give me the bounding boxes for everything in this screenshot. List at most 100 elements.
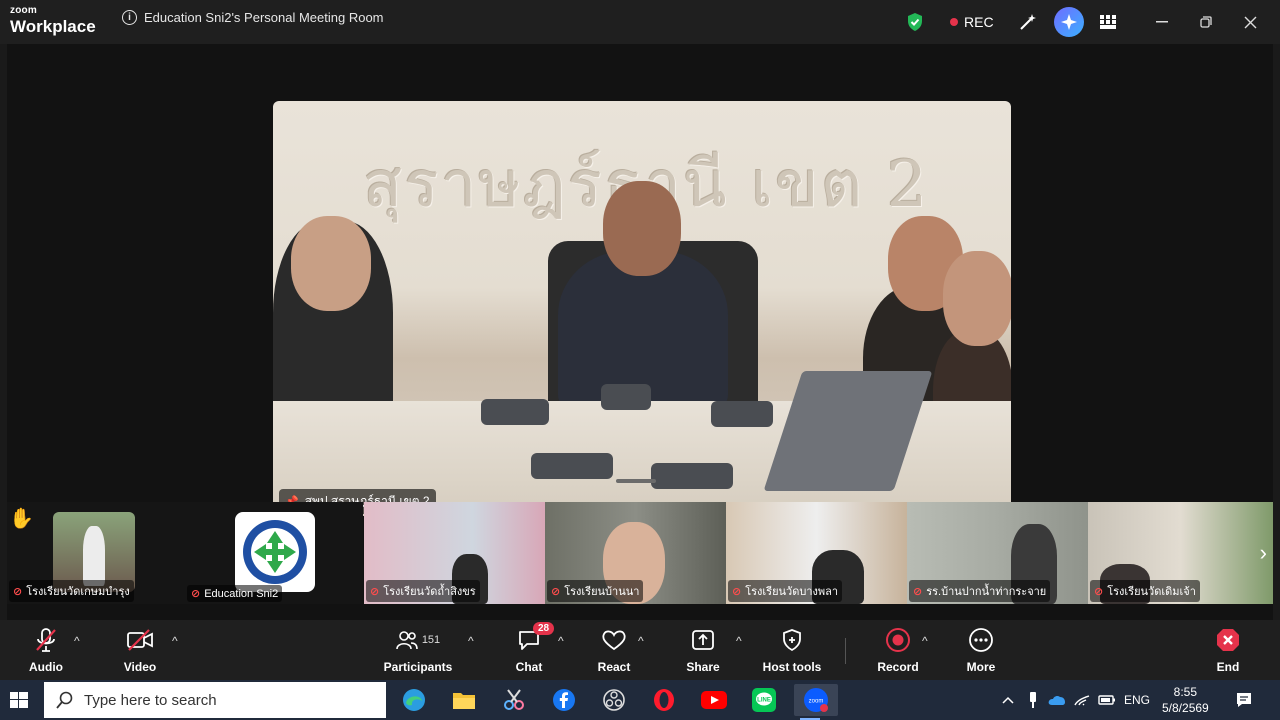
end-meeting-button[interactable]: End (1188, 626, 1268, 674)
record-options-chevron-icon[interactable]: ^ (922, 634, 928, 648)
usb-device-icon[interactable] (1028, 680, 1038, 720)
participants-button[interactable]: 151 Participants (378, 626, 458, 674)
resize-handle[interactable] (616, 479, 656, 483)
gallery-tile[interactable]: ⊘ Education Sni2 (185, 502, 363, 604)
gallery-strip: ✋ ⊘ โรงเรียนวัดเกษมบำรุง ⊘ Education Sni2 … (7, 502, 1273, 604)
minimize-icon[interactable] (1156, 0, 1168, 44)
participant-name: โรงเรียนวัดเกษมบำรุง (26, 586, 130, 598)
participant-name: รร.บ้านปากน้ำท่ากระจาย (926, 586, 1047, 598)
meeting-title: Education Sni2's Personal Meeting Room (144, 10, 384, 25)
notifications-icon[interactable] (1236, 680, 1252, 720)
encryption-shield-icon[interactable] (906, 0, 924, 44)
line-messenger-icon[interactable]: LINE (748, 684, 780, 716)
windows-taskbar: Type here to search LINE zoom ENG 8:55 5… (0, 680, 1280, 720)
participants-options-chevron-icon[interactable]: ^ (468, 634, 474, 648)
muted-mic-icon: ⊘ (191, 588, 201, 600)
audio-options-chevron-icon[interactable]: ^ (74, 634, 80, 648)
search-icon (56, 691, 73, 709)
taskbar-clock[interactable]: 8:55 5/8/2569 (1162, 684, 1209, 716)
close-icon[interactable] (1244, 0, 1257, 44)
toolbar-divider (845, 638, 846, 664)
opera-browser-icon[interactable] (648, 684, 680, 716)
facebook-icon[interactable] (548, 684, 580, 716)
gallery-tile[interactable]: ⊘ โรงเรียนวัดเดิมเจ้า (1088, 502, 1273, 604)
taskbar-search-input[interactable]: Type here to search (44, 682, 386, 718)
tile-label: ⊘ โรงเรียนวัดบางพลา (728, 580, 843, 602)
svg-text:LINE: LINE (757, 698, 771, 704)
microphone-base (601, 384, 651, 410)
file-explorer-icon[interactable] (448, 684, 480, 716)
restore-icon[interactable] (1200, 0, 1212, 44)
gallery-tile[interactable]: ⊘ โรงเรียนวัดบางพลา (726, 502, 907, 604)
info-icon[interactable]: i (122, 10, 137, 25)
ai-companion-icon[interactable] (1054, 0, 1084, 44)
share-label: Share (686, 660, 720, 674)
share-screen-icon (691, 626, 715, 654)
share-options-chevron-icon[interactable]: ^ (736, 634, 742, 648)
active-speaker-video[interactable]: สุราษฎร์ธานี เขต 2 📌 สพป.สุราษฎร์ธานี เข… (273, 101, 1011, 516)
video-label: Video (123, 660, 157, 674)
organization-logo-icon (235, 512, 315, 592)
snipping-tool-icon[interactable] (498, 684, 530, 716)
brand-small: zoom (10, 5, 37, 16)
meeting-info[interactable]: i Education Sni2's Personal Meeting Room (122, 10, 384, 25)
gallery-tile[interactable]: ⊘ รร.บ้านปากน้ำท่ากระจาย (907, 502, 1088, 604)
title-bar: zoom Workplace i Education Sni2's Person… (0, 0, 1280, 44)
muted-mic-icon: ⊘ (13, 585, 23, 598)
apps-grid-icon[interactable] (1100, 0, 1116, 44)
video-button[interactable]: Video (100, 626, 180, 674)
show-hidden-icons-chevron-icon[interactable] (1002, 680, 1014, 720)
microphone-base (531, 453, 613, 479)
host-shield-icon (782, 626, 802, 654)
more-dots-icon (968, 626, 994, 654)
windows-start-icon[interactable] (10, 692, 28, 713)
more-label: More (966, 660, 996, 674)
tile-label: ⊘ โรงเรียนวัดถ้ำสิงขร (366, 580, 480, 602)
meeting-stage: สุราษฎร์ธานี เขต 2 📌 สพป.สุราษฎร์ธานี เข… (7, 44, 1273, 620)
edge-browser-icon[interactable] (398, 684, 430, 716)
tile-label: ⊘ โรงเรียนบ้านนา (547, 580, 644, 602)
annotate-wand-icon[interactable] (1018, 0, 1038, 44)
share-button[interactable]: Share (663, 626, 743, 674)
recording-indicator[interactable]: REC (950, 0, 994, 44)
more-button[interactable]: More (941, 626, 1021, 674)
participants-icon: 151 (396, 626, 440, 654)
ai-companion-circle (1054, 7, 1084, 37)
muted-mic-icon: ⊘ (1094, 585, 1104, 598)
clock-date: 5/8/2569 (1162, 701, 1209, 715)
zoom-logo: zoom Workplace (10, 5, 96, 36)
zoom-app-icon[interactable]: zoom (794, 684, 838, 720)
participant-name: โรงเรียนวัดถ้ำสิงขร (383, 586, 476, 598)
participant-name: โรงเรียนบ้านนา (564, 586, 640, 598)
svg-text:zoom: zoom (809, 699, 824, 705)
gallery-tile[interactable]: ✋ ⊘ โรงเรียนวัดเกษมบำรุง (7, 502, 185, 604)
participant-name: โรงเรียนวัดเดิมเจ้า (1107, 586, 1196, 598)
tile-label: ⊘ โรงเรียนวัดเกษมบำรุง (9, 580, 134, 602)
chat-label: Chat (515, 660, 543, 674)
chat-unread-badge: 28 (533, 622, 555, 635)
youtube-icon[interactable] (698, 684, 730, 716)
participant-name: Education Sni2 (204, 587, 279, 600)
gallery-tile[interactable]: ⊘ โรงเรียนวัดถ้ำสิงขร (364, 502, 545, 604)
chat-options-chevron-icon[interactable]: ^ (558, 634, 564, 648)
chat-button[interactable]: 28 Chat (489, 622, 569, 674)
end-label: End (1216, 660, 1240, 674)
clock-time: 8:55 (1173, 685, 1198, 699)
audio-label: Audio (29, 660, 63, 674)
host-tools-button[interactable]: Host tools (752, 626, 832, 674)
onedrive-cloud-icon[interactable] (1048, 680, 1066, 720)
muted-mic-icon: ⊘ (913, 585, 923, 598)
video-options-chevron-icon[interactable]: ^ (172, 634, 178, 648)
end-meeting-icon (1215, 626, 1241, 654)
gallery-next-chevron-icon[interactable]: › (1260, 540, 1267, 566)
react-label: React (597, 660, 631, 674)
obs-studio-icon[interactable] (598, 684, 630, 716)
battery-icon[interactable] (1098, 680, 1116, 720)
wifi-icon[interactable] (1074, 680, 1090, 720)
meeting-toolbar: Audio ^ Video ^ 151 Participants ^ 28 Ch… (0, 620, 1280, 680)
input-language[interactable]: ENG (1124, 680, 1150, 720)
muted-mic-icon: ⊘ (551, 585, 561, 598)
gallery-tile[interactable]: ⊘ โรงเรียนบ้านนา (545, 502, 726, 604)
react-options-chevron-icon[interactable]: ^ (638, 634, 644, 648)
microphone-base (711, 401, 773, 427)
